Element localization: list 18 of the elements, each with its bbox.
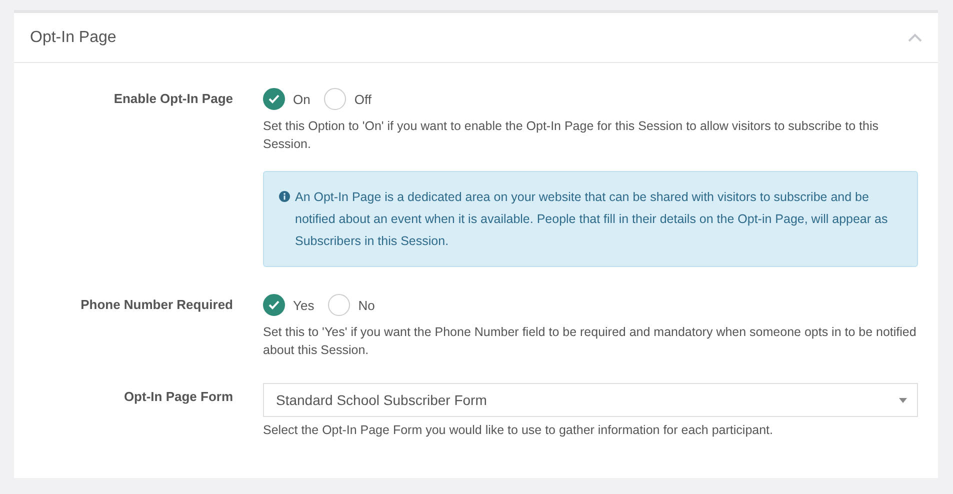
panel-title: Opt-In Page [30,28,116,46]
radio-option[interactable]: Off [324,88,372,110]
help-text: Set this to 'Yes' if you want the Phone Number field to be required and mandatory when someone opts in to be notified about this Session. [263,324,918,359]
collapse-chevron-icon[interactable] [908,33,922,42]
help-text: Select the Opt-In Page Form you would like to use to gather information for each participant. [263,422,774,439]
radio-option[interactable]: Yes [263,294,314,316]
radio-option[interactable]: On [263,88,310,110]
checkmark-icon [268,300,280,310]
field-label: Enable Opt-In Page [112,90,233,108]
form-select[interactable]: Standard School Subscriber Form [263,383,918,417]
info-text: An Opt-In Page is a dedicated area on your website that can be shared with visitors to subscribe and be notified about an event when it is available. People that fill in their details on the Opt-in Page, will appear as Subscribers in this Session. [295,189,889,250]
checkmark-icon [268,94,280,104]
dropdown-caret-icon [899,398,907,402]
radio-option[interactable]: No [328,294,375,316]
info-icon [279,191,290,202]
field-label: Opt-In Page Form [122,388,233,406]
field-label: Phone Number Required [80,296,233,314]
help-text: Set this Option to 'On' if you want to enable the Opt-In Page for this Session to allow visitors to subscribe to this Session. [263,118,880,153]
